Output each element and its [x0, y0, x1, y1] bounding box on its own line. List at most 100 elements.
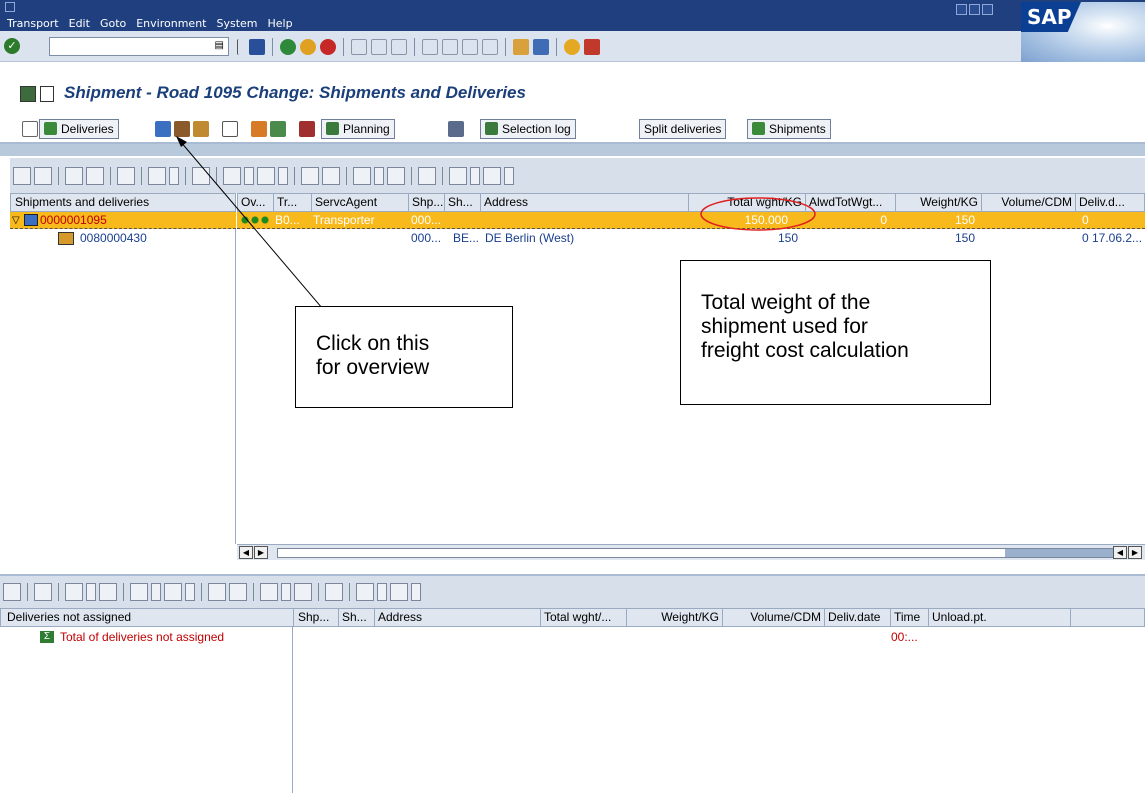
expand-all-icon[interactable] — [34, 583, 52, 601]
scroll-right-icon[interactable]: ▶ — [254, 546, 268, 559]
title-menu-icon[interactable] — [40, 86, 54, 102]
delivery-number[interactable]: 0080000430 — [80, 230, 147, 247]
deliveries-button[interactable]: Deliveries — [39, 119, 119, 139]
sort-ascending-icon[interactable] — [223, 167, 241, 185]
split-deliveries-button[interactable]: Split deliveries — [639, 119, 727, 139]
column-unloading-point[interactable]: Unload.pt. — [929, 609, 1071, 626]
horizontal-scrollbar[interactable]: ◀ ▶ ◀ ▶ — [237, 544, 1145, 560]
refresh-icon[interactable] — [99, 583, 117, 601]
overview-icon[interactable] — [155, 121, 171, 137]
calculator-icon[interactable] — [448, 121, 464, 137]
abc-analysis-icon[interactable] — [387, 167, 405, 185]
shipment-number[interactable]: 0000001095 — [40, 212, 107, 229]
command-dropdown-icon[interactable]: ▤ — [215, 40, 224, 51]
column-volume[interactable]: Volume/CDM — [723, 609, 825, 626]
assign-icon[interactable] — [299, 121, 315, 137]
menu-help[interactable]: Help — [268, 17, 293, 30]
restore-button[interactable] — [969, 4, 980, 15]
column-total-weight[interactable]: Total wght/... — [541, 609, 627, 626]
back-arrow-icon[interactable] — [237, 39, 245, 55]
save-icon[interactable] — [249, 39, 265, 55]
details-icon[interactable] — [65, 583, 83, 601]
up-level-icon[interactable] — [251, 121, 267, 137]
delete-icon[interactable] — [222, 121, 238, 137]
expand-toggle-icon[interactable]: ▽ — [12, 212, 20, 229]
filter-icon[interactable] — [322, 167, 340, 185]
back-icon[interactable] — [280, 39, 296, 55]
cancel-icon[interactable] — [320, 39, 336, 55]
first-page-icon[interactable] — [422, 39, 438, 55]
minimize-button[interactable] — [956, 4, 967, 15]
lower-tree-header[interactable]: Deliveries not assigned — [4, 609, 294, 626]
details-icon[interactable] — [148, 167, 166, 185]
scroll-thumb[interactable] — [1005, 549, 1127, 557]
scroll-left-end-icon[interactable]: ◀ — [1113, 546, 1127, 559]
layout-icon[interactable] — [449, 167, 467, 185]
scroll-left-icon[interactable]: ◀ — [239, 546, 253, 559]
column-delivery-date[interactable]: Deliv.date — [825, 609, 891, 626]
table-row[interactable]: B0... Transporter 000... 150.000 0 150 0 — [237, 212, 1145, 229]
abc-analysis-icon[interactable] — [294, 583, 312, 601]
column-allowed-weight[interactable]: AlwdTotWgt... — [806, 194, 896, 211]
shipments-button[interactable]: Shipments — [747, 119, 831, 139]
assign-icon[interactable] — [3, 583, 21, 601]
sort-desc-dropdown-icon[interactable] — [278, 167, 288, 185]
column-shipping-point[interactable]: Shp... — [295, 609, 339, 626]
column-overview[interactable]: Ov... — [238, 194, 274, 211]
find-icon[interactable] — [418, 167, 436, 185]
column-ship-to[interactable]: Sh... — [445, 194, 481, 211]
details-dropdown-icon[interactable] — [169, 167, 179, 185]
export-dropdown-icon[interactable] — [411, 583, 421, 601]
tree-row-shipment[interactable]: ▽ 0000001095 — [10, 212, 236, 229]
driver-icon[interactable] — [174, 121, 190, 137]
menu-system[interactable]: System — [216, 17, 257, 30]
export-icon[interactable] — [390, 583, 408, 601]
find-icon[interactable] — [325, 583, 343, 601]
sort-dropdown-icon[interactable] — [151, 583, 161, 601]
forward-icon[interactable] — [270, 121, 286, 137]
layout-dropdown-icon[interactable] — [377, 583, 387, 601]
column-weight[interactable]: Weight/KG — [896, 194, 982, 211]
column-address[interactable]: Address — [375, 609, 541, 626]
menu-environment[interactable]: Environment — [136, 17, 206, 30]
refresh-icon[interactable] — [192, 167, 210, 185]
next-page-icon[interactable] — [462, 39, 478, 55]
sort-ascending-icon[interactable] — [130, 583, 148, 601]
sort-descending-icon[interactable] — [257, 167, 275, 185]
sort-descending-icon[interactable] — [164, 583, 182, 601]
menu-transport[interactable]: Transport — [7, 17, 59, 30]
menu-goto[interactable]: Goto — [100, 17, 126, 30]
column-delivery-date[interactable]: Deliv.d... — [1076, 194, 1145, 211]
print-dropdown-icon[interactable] — [281, 583, 291, 601]
print-preview-icon[interactable] — [353, 167, 371, 185]
find-icon[interactable] — [371, 39, 387, 55]
create-session-icon[interactable] — [513, 39, 529, 55]
tree-header[interactable]: Shipments and deliveries — [10, 193, 236, 212]
column-address[interactable]: Address — [481, 194, 689, 211]
sum-icon[interactable] — [301, 167, 319, 185]
expand-all-icon[interactable] — [65, 167, 83, 185]
print-preview-icon[interactable] — [260, 583, 278, 601]
previous-page-icon[interactable] — [442, 39, 458, 55]
column-shipping-point[interactable]: Shp... — [409, 194, 445, 211]
menu-edit[interactable]: Edit — [69, 17, 90, 30]
export-icon[interactable] — [483, 167, 501, 185]
column-time[interactable]: Time — [891, 609, 929, 626]
exit-icon[interactable] — [300, 39, 316, 55]
column-ship-to[interactable]: Sh... — [339, 609, 375, 626]
layout-icon[interactable] — [356, 583, 374, 601]
sort-desc-dropdown-icon[interactable] — [185, 583, 195, 601]
sort-dropdown-icon[interactable] — [244, 167, 254, 185]
expand-icon[interactable] — [13, 167, 31, 185]
scroll-track[interactable] — [277, 548, 1127, 558]
export-dropdown-icon[interactable] — [504, 167, 514, 185]
collapse-all-icon[interactable] — [86, 167, 104, 185]
print-icon[interactable] — [351, 39, 367, 55]
column-volume[interactable]: Volume/CDM — [982, 194, 1076, 211]
column-transport[interactable]: Tr... — [274, 194, 312, 211]
find-next-icon[interactable] — [391, 39, 407, 55]
system-menu-icon[interactable] — [5, 2, 15, 12]
planning-button[interactable]: Planning — [321, 119, 395, 139]
transfer-icon[interactable] — [193, 121, 209, 137]
column-service-agent[interactable]: ServcAgent — [312, 194, 409, 211]
